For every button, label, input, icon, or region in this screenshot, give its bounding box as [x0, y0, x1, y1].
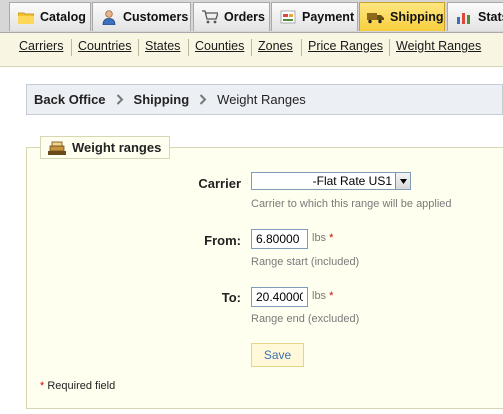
chevron-right-icon: [116, 94, 124, 105]
truck-icon: [367, 10, 384, 25]
subtab-counties[interactable]: Counties: [195, 39, 244, 53]
breadcrumb-weight-ranges: Weight Ranges: [217, 92, 306, 107]
subtab-carriers[interactable]: Carriers: [19, 39, 63, 53]
to-hint: Range end (excluded): [251, 313, 360, 325]
tab-shipping-label: Shipping: [390, 10, 444, 24]
payment-icon: [279, 10, 296, 25]
subtab-divider: [251, 39, 252, 56]
save-button[interactable]: Save: [251, 343, 304, 367]
tab-payment[interactable]: Payment: [271, 2, 358, 31]
breadcrumb: Back Office Shipping Weight Ranges: [26, 84, 503, 115]
to-label: To:: [221, 290, 241, 305]
subtab-divider: [71, 39, 72, 56]
chevron-down-icon[interactable]: [395, 173, 410, 189]
sub-tab-bar: Carriers Countries States Counties Zones…: [0, 33, 503, 67]
tab-stats-label: Stats: [478, 10, 503, 24]
subtab-divider: [188, 39, 189, 56]
subtab-zones[interactable]: Zones: [258, 39, 293, 53]
scale-icon: [47, 140, 67, 156]
chevron-right-icon: [199, 94, 207, 105]
from-hint: Range start (included): [251, 256, 360, 268]
tab-orders[interactable]: Orders: [193, 2, 270, 31]
customer-icon: [100, 9, 117, 25]
subtab-divider: [301, 39, 302, 56]
to-required-mark: *: [329, 290, 334, 302]
subtab-divider: [138, 39, 139, 56]
carrier-hint: Carrier to which this range will be appl…: [251, 198, 452, 210]
tab-catalog[interactable]: Catalog: [9, 2, 91, 31]
to-unit: lbs *: [312, 290, 333, 302]
cart-icon: [201, 10, 218, 25]
tab-customers-label: Customers: [123, 10, 189, 24]
tab-shipping[interactable]: Shipping: [359, 2, 445, 31]
subtab-weight-ranges[interactable]: Weight Ranges: [396, 39, 481, 53]
breadcrumb-shipping[interactable]: Shipping: [134, 92, 190, 107]
tab-customers[interactable]: Customers: [92, 2, 191, 31]
subtab-price-ranges[interactable]: Price Ranges: [308, 39, 383, 53]
from-unit: lbs *: [312, 232, 333, 244]
required-field-note: * Required field: [40, 380, 115, 392]
from-label: From:: [204, 233, 241, 248]
form-legend-title: Weight ranges: [72, 140, 162, 155]
required-note-mark: *: [40, 380, 45, 392]
subtab-divider: [389, 39, 390, 56]
main-tab-bar: Catalog Customers Orders Payment Shippin…: [0, 0, 503, 33]
to-input[interactable]: [251, 287, 308, 307]
to-unit-text: lbs: [312, 290, 327, 302]
tab-orders-label: Orders: [224, 10, 265, 24]
tab-payment-label: Payment: [302, 10, 355, 24]
carrier-label: Carrier: [198, 176, 241, 191]
carrier-select[interactable]: -Flat Rate US1: [251, 172, 411, 190]
from-input[interactable]: [251, 229, 308, 249]
folder-icon: [17, 10, 34, 25]
required-note-text: Required field: [47, 380, 116, 392]
subtab-states[interactable]: States: [145, 39, 180, 53]
tab-stats[interactable]: Stats: [447, 2, 503, 31]
subtab-countries[interactable]: Countries: [78, 39, 132, 53]
chart-icon: [455, 10, 472, 25]
from-required-mark: *: [329, 232, 334, 244]
form-legend: Weight ranges: [40, 136, 171, 159]
tab-catalog-label: Catalog: [40, 10, 86, 24]
from-unit-text: lbs: [312, 232, 327, 244]
breadcrumb-back-office[interactable]: Back Office: [34, 92, 106, 107]
carrier-select-value: -Flat Rate US1: [312, 174, 392, 188]
